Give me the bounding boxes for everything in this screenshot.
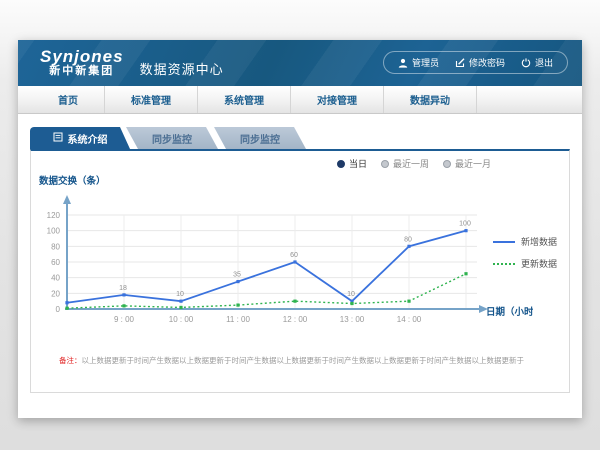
change-password-button[interactable]: 修改密码 bbox=[455, 56, 505, 69]
filter-today[interactable]: 当日 bbox=[337, 157, 367, 170]
user-icon bbox=[398, 58, 408, 68]
svg-text:80: 80 bbox=[51, 242, 60, 251]
logout-label: 退出 bbox=[535, 56, 553, 69]
nav-item-standard-mgmt[interactable]: 标准管理 bbox=[105, 86, 198, 113]
svg-text:10: 10 bbox=[176, 291, 184, 298]
legend-label: 新增数据 bbox=[521, 235, 557, 248]
svg-text:13 : 00: 13 : 00 bbox=[340, 315, 365, 324]
radio-unselected-icon bbox=[443, 160, 451, 168]
tab-sync-monitor-1[interactable]: 同步监控 bbox=[126, 127, 218, 149]
x-axis-ticks: 9 : 00 10 : 00 11 : 00 12 : 00 13 : 00 14 : 0… bbox=[114, 315, 422, 324]
screen: { "header": { "logo_line1": "Synjones", … bbox=[0, 0, 600, 450]
chart-area: 0 20 40 60 80 100 120 9 : 00 10 : 00 11 : 00 12 : … bbox=[33, 189, 533, 344]
legend-line-dotted-icon bbox=[493, 263, 515, 265]
nav-item-connect-mgmt[interactable]: 对接管理 bbox=[291, 86, 384, 113]
svg-text:60: 60 bbox=[51, 258, 60, 267]
app-title: 数据资源中心 bbox=[140, 59, 224, 78]
svg-text:100: 100 bbox=[459, 221, 471, 228]
svg-text:18: 18 bbox=[119, 285, 127, 292]
nav-item-home[interactable]: 首页 bbox=[32, 86, 105, 113]
svg-text:10 : 00: 10 : 00 bbox=[169, 315, 194, 324]
tab-sync-monitor-2[interactable]: 同步监控 bbox=[214, 127, 306, 149]
nav-item-system-mgmt[interactable]: 系统管理 bbox=[198, 86, 291, 113]
chart-panel: 当日 最近一周 最近一月 数据交换（条） 0 20 40 60 80 100 120 9 : … bbox=[30, 149, 570, 393]
svg-text:20: 20 bbox=[51, 289, 60, 298]
svg-text:100: 100 bbox=[47, 227, 61, 236]
document-icon bbox=[53, 132, 63, 145]
nav-item-data-change[interactable]: 数据异动 bbox=[384, 86, 477, 113]
filter-last-month[interactable]: 最近一月 bbox=[443, 157, 491, 170]
user-label: 管理员 bbox=[412, 56, 439, 69]
header: Synjones 新中新集团 数据资源中心 管理员 修改密码 退出 bbox=[18, 40, 582, 86]
svg-text:11 : 00: 11 : 00 bbox=[226, 315, 250, 324]
svg-text:14 : 00: 14 : 00 bbox=[397, 315, 422, 324]
y-axis-ticks: 0 20 40 60 80 100 120 bbox=[47, 211, 61, 314]
svg-text:12 : 00: 12 : 00 bbox=[283, 315, 308, 324]
filter-label: 最近一月 bbox=[455, 157, 491, 170]
svg-text:40: 40 bbox=[51, 274, 60, 283]
main-nav: 首页 标准管理 系统管理 对接管理 数据异动 bbox=[18, 86, 582, 114]
note-label: 备注： bbox=[59, 356, 82, 365]
app-window: Synjones 新中新集团 数据资源中心 管理员 修改密码 退出 首页 标准管… bbox=[18, 40, 582, 418]
radio-selected-icon bbox=[337, 160, 345, 168]
tab-system-intro[interactable]: 系统介绍 bbox=[30, 127, 130, 149]
note-text: 以上数据更新于时间产生数据以上数据更新于时间产生数据以上数据更新于时间产生数据以… bbox=[82, 356, 525, 365]
svg-text:10: 10 bbox=[347, 291, 355, 298]
svg-text:0: 0 bbox=[56, 305, 61, 314]
tab-label: 系统介绍 bbox=[68, 131, 108, 146]
filter-last-week[interactable]: 最近一周 bbox=[381, 157, 429, 170]
filter-label: 最近一周 bbox=[393, 157, 429, 170]
svg-text:80: 80 bbox=[404, 236, 412, 243]
tab-label: 同步监控 bbox=[152, 131, 192, 146]
svg-text:35: 35 bbox=[233, 272, 241, 279]
tab-bar: 系统介绍 同步监控 同步监控 bbox=[30, 127, 570, 149]
chart-legend: 新增数据 更新数据 bbox=[493, 235, 557, 279]
svg-text:120: 120 bbox=[47, 211, 61, 220]
filter-label: 当日 bbox=[349, 157, 367, 170]
user-menu: 管理员 修改密码 退出 bbox=[383, 51, 568, 74]
edit-icon bbox=[455, 58, 465, 68]
svg-text:60: 60 bbox=[290, 252, 298, 259]
power-icon bbox=[521, 58, 531, 68]
svg-text:9 : 00: 9 : 00 bbox=[114, 315, 135, 324]
company-logo: Synjones 新中新集团 bbox=[40, 48, 124, 77]
change-password-label: 修改密码 bbox=[469, 56, 505, 69]
radio-unselected-icon bbox=[381, 160, 389, 168]
x-axis-title: 日期（小时） bbox=[486, 306, 533, 318]
legend-item-update-data: 更新数据 bbox=[493, 257, 557, 270]
legend-line-solid-icon bbox=[493, 241, 515, 243]
logo-chinese: 新中新集团 bbox=[40, 66, 124, 78]
chart-svg: 0 20 40 60 80 100 120 9 : 00 10 : 00 11 : 00 12 : … bbox=[33, 189, 533, 339]
user-account-button[interactable]: 管理员 bbox=[398, 56, 439, 69]
time-range-filters: 当日 最近一周 最近一月 bbox=[337, 157, 491, 170]
footer-note: 备注：以上数据更新于时间产生数据以上数据更新于时间产生数据以上数据更新于时间产生… bbox=[59, 355, 561, 366]
logout-button[interactable]: 退出 bbox=[521, 56, 553, 69]
tab-label: 同步监控 bbox=[240, 131, 280, 146]
logo-latin: Synjones bbox=[40, 48, 124, 66]
y-axis-title: 数据交换（条） bbox=[39, 173, 106, 187]
legend-item-new-data: 新增数据 bbox=[493, 235, 557, 248]
legend-label: 更新数据 bbox=[521, 257, 557, 270]
